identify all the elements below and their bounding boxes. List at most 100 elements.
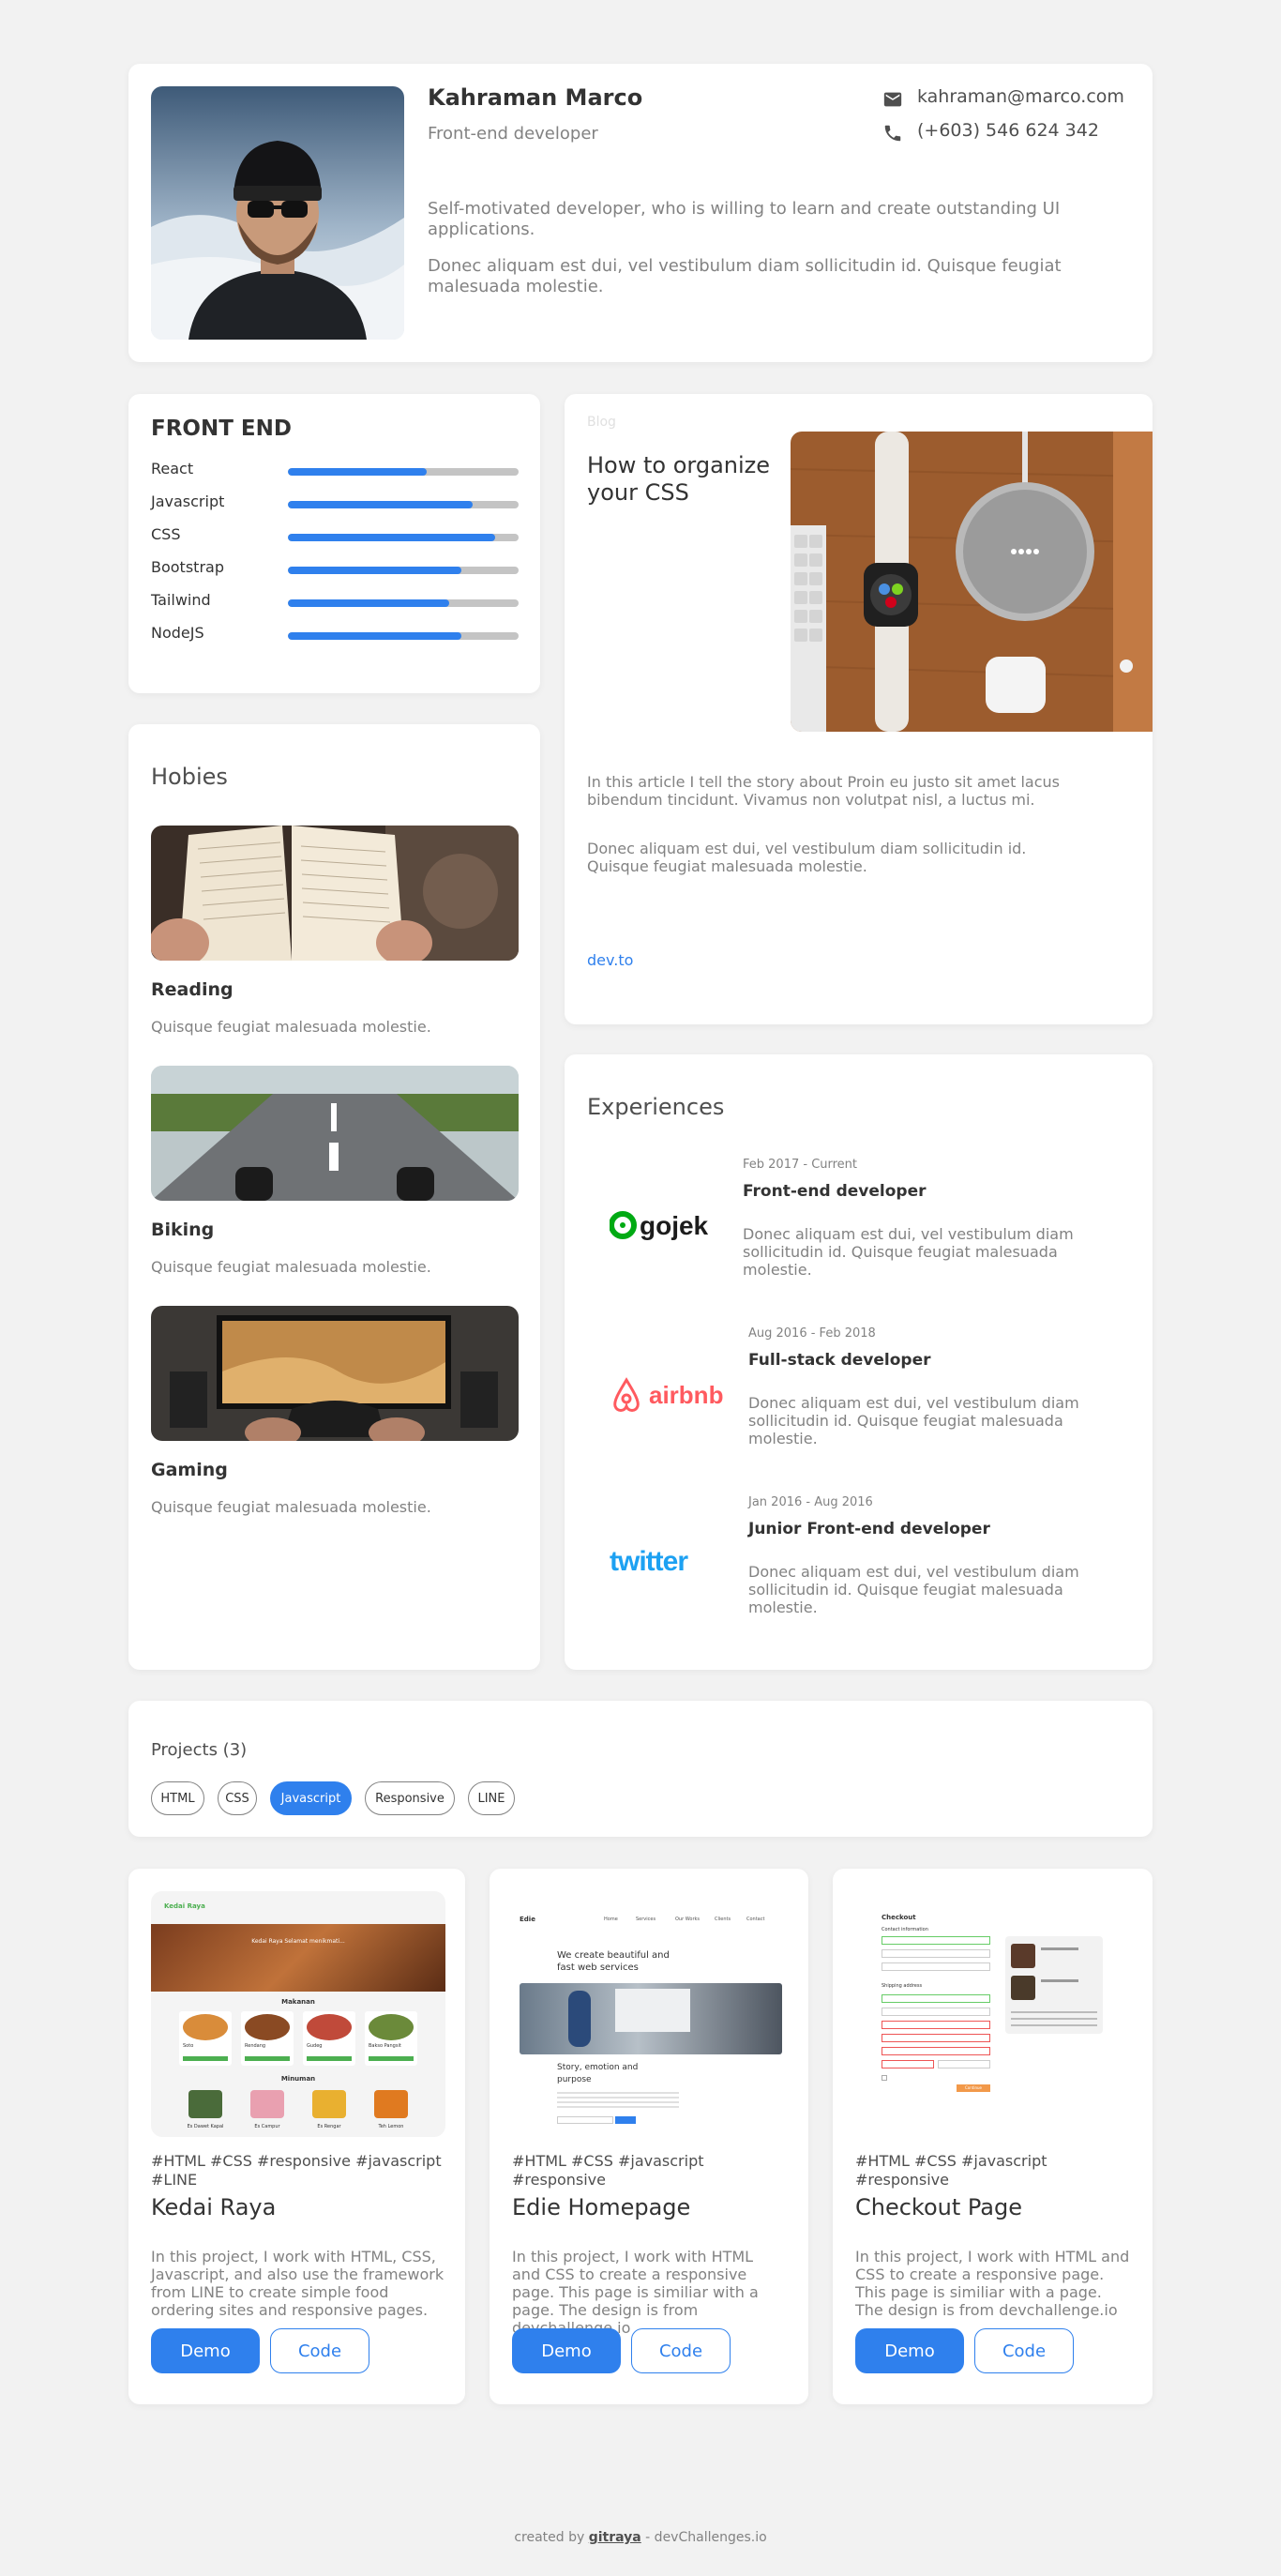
filter-tag-responsive[interactable]: Responsive (365, 1781, 455, 1815)
thumb-form-field (882, 2034, 990, 2042)
svg-text:twitter: twitter (610, 1546, 688, 1577)
skill-bar-fill (288, 567, 461, 574)
skill-bar (288, 468, 519, 476)
skill-bar-fill (288, 468, 427, 476)
hobby-title: Biking (151, 1220, 215, 1240)
thumb-brand: Kedai Raya (164, 1902, 205, 1910)
thumb-nav-item: Contact (746, 1917, 765, 1922)
experiences-title: Experiences (587, 1094, 725, 1120)
thumb-hero (151, 1924, 445, 1992)
skills-title: FRONT END (151, 417, 292, 441)
thumb-form-field (882, 1936, 990, 1945)
thumb-form-field (938, 2060, 990, 2068)
thumb-form-field (882, 1962, 990, 1971)
thumb-section-title: Contact information (882, 1927, 928, 1932)
thumb-banner: Kedai Raya Selamat menikmati... (251, 1938, 345, 1945)
blog-excerpt-secondary: Donec aliquam est dui, vel vestibulum di… (587, 840, 1027, 875)
project-tags: #HTML #CSS #responsive #javascript #LINE (151, 2152, 442, 2189)
project-title: Edie Homepage (512, 2194, 691, 2220)
skill-bar-fill (288, 501, 473, 508)
gojek-logo: gojek (609, 1208, 726, 1242)
skill-bar (288, 534, 519, 541)
project-thumbnail-checkout: Checkout Contact information Shipping ad… (855, 1891, 1130, 2137)
hobby-description: Quisque feugiat malesuada molestie. (151, 1498, 431, 1516)
thumb-nav-item: Clients (715, 1917, 731, 1922)
experience-date: Feb 2017 - Current (743, 1158, 858, 1172)
thumb-drink-label: Es Dawet Kapal (187, 2124, 224, 2129)
thumb-cart-total (1011, 2011, 1097, 2026)
blog-image (791, 432, 1153, 732)
thumb-form-field (882, 1994, 990, 2003)
profile-email[interactable]: kahraman@marco.com (917, 86, 1124, 107)
skills-card: FRONT END React Javascript CSS Bootstrap… (128, 394, 540, 693)
thumb-drink-label: Es Rengar (317, 2124, 341, 2129)
thumb-food-label: Soto (183, 2043, 194, 2049)
code-button[interactable]: Code (270, 2328, 369, 2373)
skill-label: CSS (151, 525, 181, 543)
projects-heading: Projects (3) (151, 1740, 248, 1760)
filter-tag-javascript[interactable]: Javascript (270, 1781, 352, 1815)
skill-bar-fill (288, 632, 461, 640)
thumb-submit (615, 2116, 636, 2124)
experience-title: Full-stack developer (748, 1351, 931, 1370)
hobby-reading-image (151, 826, 519, 961)
project-card: Kedai Raya Kedai Raya Selamat menikmati.… (128, 1869, 465, 2404)
footer-suffix: - devChallenges.io (640, 2530, 767, 2545)
thumb-drink-image (250, 2090, 284, 2118)
project-card: Edie Home Services Our Works Clients Con… (490, 1869, 808, 2404)
thumb-brand: Edie (520, 1916, 535, 1923)
code-button[interactable]: Code (631, 2328, 731, 2373)
thumb-food-button (369, 2056, 414, 2061)
project-tags: #HTML #CSS #javascript #responsive (512, 2152, 704, 2189)
skill-row: React (151, 460, 519, 492)
blog-link[interactable]: dev.to (587, 951, 633, 969)
blog-label: Blog (587, 415, 616, 430)
skill-label: Javascript (151, 492, 225, 510)
thumb-checkbox (882, 2075, 887, 2081)
skill-bar (288, 501, 519, 508)
thumb-food-button (245, 2056, 290, 2061)
thumb-headline: We create beautiful and fast web service… (557, 1950, 670, 1973)
thumb-section-title: Shipping address (882, 1983, 923, 1989)
thumb-food-button (307, 2056, 352, 2061)
projects-filter-card: Projects (3) HTML CSS Javascript Respons… (128, 1701, 1153, 1837)
profile-phone[interactable]: (+603) 546 624 342 (917, 120, 1099, 141)
skill-row: Javascript (151, 492, 519, 525)
thumb-drink-label: Es Campur (254, 2124, 280, 2129)
thumb-subheadline: Story, emotion and purpose (557, 2063, 639, 2084)
hobbies-card: Hobies Reading Quisque feugiat malesuada… (128, 724, 540, 1670)
project-tags: #HTML #CSS #javascript #responsive (855, 2152, 1047, 2189)
hobbies-title: Hobies (151, 764, 228, 790)
thumb-nav-item: Services (636, 1917, 656, 1922)
experience-date: Jan 2016 - Aug 2016 (748, 1495, 873, 1509)
footer-author-link[interactable]: gitraya (589, 2530, 641, 2545)
skill-bar (288, 632, 519, 640)
skill-row: Tailwind (151, 591, 519, 624)
skill-label: NodeJS (151, 624, 204, 642)
thumb-food-card: Gudeg (303, 2011, 355, 2066)
experience-description: Donec aliquam est dui, vel vestibulum di… (748, 1394, 1079, 1447)
filter-tag-css[interactable]: CSS (218, 1781, 257, 1815)
experience-description: Donec aliquam est dui, vel vestibulum di… (748, 1563, 1079, 1616)
thumb-form-field (882, 1949, 990, 1958)
thumb-hero-board (615, 1989, 690, 2032)
code-button[interactable]: Code (974, 2328, 1074, 2373)
filter-tag-line[interactable]: LINE (468, 1781, 515, 1815)
profile-bio-secondary: Donec aliquam est dui, vel vestibulum di… (428, 256, 1062, 296)
thumb-form-field (882, 2021, 990, 2029)
hobby-title: Gaming (151, 1460, 228, 1480)
experience-title: Front-end developer (743, 1182, 927, 1201)
profile-name: Kahraman Marco (428, 84, 643, 111)
thumb-food-label: Bakso Pangsit (369, 2043, 401, 2049)
thumb-heading: Checkout (882, 1914, 916, 1921)
demo-button[interactable]: Demo (151, 2328, 260, 2373)
thumb-section-title: Minuman (280, 2075, 316, 2083)
skills-list: React Javascript CSS Bootstrap Tailwind … (151, 460, 519, 666)
filter-tag-html[interactable]: HTML (151, 1781, 204, 1815)
twitter-logo: twitter (610, 1542, 731, 1580)
thumb-food-card: Rendang (241, 2011, 294, 2066)
demo-button[interactable]: Demo (855, 2328, 964, 2373)
thumb-cart-item-image (1011, 1944, 1035, 1968)
blog-title[interactable]: How to organize your CSS (587, 452, 784, 507)
demo-button[interactable]: Demo (512, 2328, 621, 2373)
